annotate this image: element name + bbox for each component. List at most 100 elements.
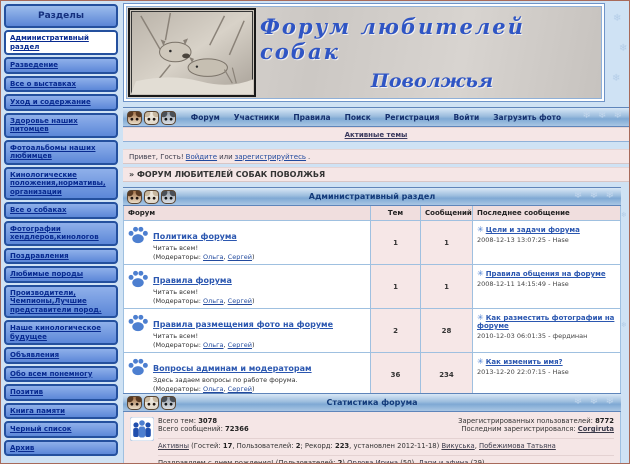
snowflake-icon: ❄ (612, 73, 621, 84)
dogs-decoration (127, 396, 178, 410)
sidebar-item-champions[interactable]: Производители, Чемпионы,Лучшие представи… (4, 284, 118, 318)
statistics-section: Статистика форума ❄ ❄ ❄ Всего тем: 3078 … (123, 393, 621, 464)
sidebar-item-care[interactable]: Уход и содержание (4, 94, 118, 111)
nav-upload-photo[interactable]: Загрузить фото (493, 113, 561, 122)
last-post-icon: ✳ (477, 313, 484, 322)
moderator-link[interactable]: Сергей (228, 297, 252, 305)
moderator-link[interactable]: Ольга (203, 341, 224, 349)
login-link[interactable]: Войдите (186, 153, 217, 161)
sidebar-item-positive[interactable]: Позитив (4, 384, 118, 401)
registered-label: Зарегистрированных пользователей: (458, 417, 593, 425)
moderators-end: ) (251, 385, 255, 393)
birthday-user-link[interactable]: Лапи и афина (419, 459, 469, 463)
dog-icon (127, 396, 142, 410)
topics-count: 2 (370, 309, 420, 352)
birthday-line: Поздравляем с днем рождения! (Пользовате… (158, 455, 614, 464)
last-post-link[interactable]: Как изменить имя? (486, 358, 563, 366)
last-post-icon: ✳ (477, 357, 484, 366)
registered-value: 8772 (595, 417, 614, 425)
dog-icon (127, 111, 142, 125)
nav-members[interactable]: Участники (234, 113, 280, 122)
sidebar-item-archive[interactable]: Архив (4, 439, 118, 456)
moderator-link[interactable]: Ольга (203, 385, 224, 393)
sidebar-item-misc[interactable]: Обо всем понемногу (4, 365, 118, 382)
moderator-link[interactable]: Ольга (203, 297, 224, 305)
nav-registration[interactable]: Регистрация (385, 113, 440, 122)
sidebar-item-cynology-regulations[interactable]: Кинологические положения,нормативы, орга… (4, 166, 118, 200)
dog-icon (127, 190, 142, 204)
snowflake-icon: ❄ (613, 13, 622, 24)
sidebar-item-cynology-future[interactable]: Наше кинологическое будущее (4, 320, 118, 345)
sidebar-item-admin-section[interactable]: Административный раздел (4, 30, 118, 55)
nav-rules[interactable]: Правила (293, 113, 330, 122)
total-posts-value: 72366 (225, 425, 249, 433)
sidebar-item-all-about-dogs[interactable]: Все о собаках (4, 202, 118, 219)
forum-link[interactable]: Правила размещения фото на форуме (153, 320, 333, 329)
paw-icon (128, 358, 148, 393)
sidebar-item-shows[interactable]: Все о выставках (4, 75, 118, 92)
active-user-link[interactable]: Викуська (441, 442, 474, 450)
dogs-decoration (127, 190, 178, 204)
last-post-link[interactable]: Правила общения на форуме (486, 270, 606, 278)
last-post-meta: 2008-12-11 14:15:49 - Hase (477, 280, 569, 288)
sidebar-item-blacklist[interactable]: Черный список (4, 421, 118, 438)
sidebar-item-photoalbums[interactable]: Фотоальбомы наших любимцев (4, 139, 118, 165)
moderator-link[interactable]: Сергей (228, 341, 252, 349)
statistics-body: Всего тем: 3078 Всего сообщений: 72366 З… (123, 412, 621, 464)
sidebar-item-congratulations[interactable]: Поздравления (4, 247, 118, 264)
sidebar-item-handler-photos[interactable]: Фотографии хендлеров,кинологов (4, 220, 118, 246)
forum-section-title: Административный раздел (308, 192, 436, 201)
forum-link[interactable]: Вопросы админам и модераторам (153, 364, 312, 373)
breadcrumb-text: » ФОРУМ ЛЮБИТЕЛЕЙ СОБАК ПОВОЛЖЬЯ (129, 170, 326, 179)
birthday-user-link[interactable]: Орлова Ирина (347, 459, 398, 463)
moderator-link[interactable]: Ольга (203, 253, 224, 261)
birthday-age: (50), (400, 459, 417, 464)
forum-table-header: Форум Тем Сообщений Последнее сообщение (124, 206, 620, 221)
nav-search[interactable]: Поиск (345, 113, 371, 122)
dog-icon (144, 396, 159, 410)
users-icon (129, 416, 158, 463)
last-post-meta: 2013-12-20 22:07:15 - Hase (477, 368, 569, 376)
sidebar-item-memory-book[interactable]: Книга памяти (4, 402, 118, 419)
register-link[interactable]: зарегистрируйтесь (235, 153, 306, 161)
birthday-pre: Поздравляем с днем рождения! (Пользовате… (158, 459, 336, 464)
last-post-icon: ✳ (477, 269, 484, 278)
active-users-link[interactable]: Активны (158, 442, 189, 450)
banner-title-line1: Форум любителей собак (260, 13, 525, 64)
dog-icon (144, 111, 159, 125)
banner-title: Форум любителей собак Поволжья (260, 4, 604, 101)
last-post-meta: 2010-12-03 06:01:35 - фердинан (477, 332, 588, 340)
column-topics: Тем (370, 206, 420, 220)
moderators-separator: , (223, 253, 226, 261)
posts-count: 1 (420, 265, 472, 308)
banner: Форум любителей собак Поволжья (123, 3, 605, 102)
active-user-link[interactable]: Побежимова Татьяна (479, 442, 556, 450)
sidebar-item-breeding[interactable]: Разведение (4, 57, 118, 74)
greeting-or: или (219, 152, 233, 161)
sidebar-item-favorite-breeds[interactable]: Любимые породы (4, 266, 118, 283)
sidebar-item-ads[interactable]: Объявления (4, 347, 118, 364)
snowflakes-decoration: ❄ ❄ ❄ (573, 396, 616, 407)
active-topics-link[interactable]: Активные темы (345, 131, 408, 139)
active-topics-bar: Активные темы (123, 127, 629, 142)
total-posts-label: Всего сообщений: (158, 425, 223, 433)
snowflake-icon: ❄ (619, 43, 628, 54)
posts-count: 28 (420, 309, 472, 352)
forum-link[interactable]: Правила форума (153, 276, 232, 285)
topics-count: 1 (370, 265, 420, 308)
snowflakes-decoration: ❄ ❄ ❄ (573, 190, 616, 201)
forum-moderators: (Модераторы: Ольга, Сергей) (153, 385, 366, 393)
forum-link[interactable]: Политика форума (153, 232, 237, 241)
forum-row: Правила форума Читать всем! (Модераторы:… (124, 265, 620, 309)
column-posts: Сообщений (420, 206, 472, 220)
active-mid2: ; Рекорд: (300, 442, 333, 450)
moderator-link[interactable]: Сергей (228, 253, 252, 261)
nav-forum[interactable]: Форум (191, 113, 220, 122)
last-registered-link[interactable]: Corgiruta (578, 425, 614, 433)
last-post-link[interactable]: Цели и задачи форума (486, 226, 580, 234)
breadcrumb: » ФОРУМ ЛЮБИТЕЛЕЙ СОБАК ПОВОЛЖЬЯ (123, 167, 629, 182)
moderator-link[interactable]: Сергей (228, 385, 252, 393)
sidebar-item-health[interactable]: Здоровье наших питомцев (4, 112, 118, 138)
nav-login[interactable]: Войти (453, 113, 479, 122)
last-post-link[interactable]: Как разместить фотографии на форуме (477, 314, 614, 330)
